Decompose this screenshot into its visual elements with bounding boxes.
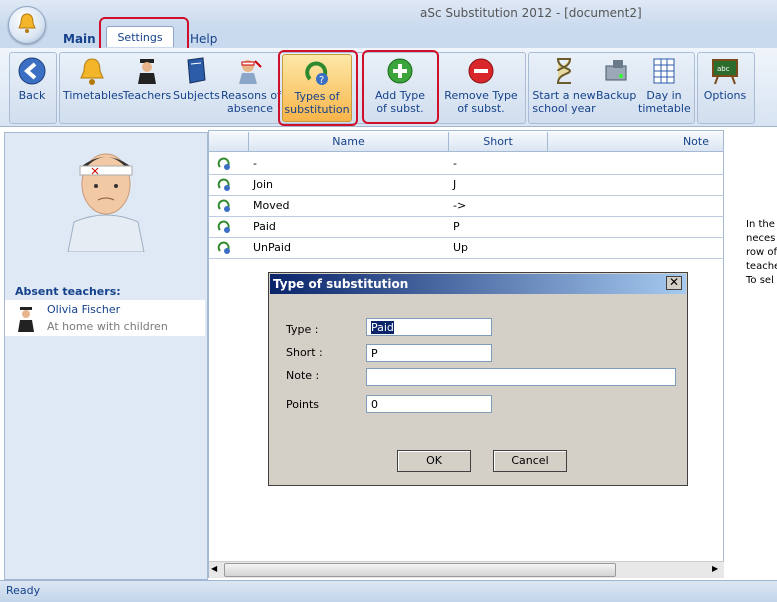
close-icon[interactable]: ✕ [666, 276, 682, 290]
back-button[interactable]: Back [12, 54, 52, 120]
ok-button[interactable]: OK [397, 450, 471, 472]
svg-text:abc: abc [717, 65, 730, 73]
absent-teacher-reason: At home with children [47, 320, 168, 333]
substitution-type-icon [217, 157, 230, 170]
row-short: Up [453, 241, 469, 254]
highlight-types-button [278, 50, 358, 126]
remove-type-button[interactable]: Remove Type of subst. [444, 54, 518, 120]
absent-teacher-name: Olivia Fischer [47, 303, 121, 316]
new-year-label-1: Start a new [532, 89, 596, 102]
book-icon [187, 57, 206, 84]
status-text: Ready [6, 584, 41, 597]
bell-icon [18, 13, 36, 33]
minus-circle-icon [468, 58, 494, 84]
type-label: Type : [286, 323, 319, 336]
row-short: - [453, 157, 457, 170]
substitution-type-icon [217, 199, 230, 212]
day-label-2: timetable [638, 102, 691, 115]
app-menu-button[interactable] [8, 6, 46, 44]
row-name: Paid [253, 220, 276, 233]
sick-person-icon [239, 60, 262, 84]
cancel-button[interactable]: Cancel [493, 450, 567, 472]
calendar-grid-icon [653, 58, 675, 84]
timetables-label: Timetables [63, 89, 124, 102]
grid-header-name[interactable]: Name [249, 132, 449, 152]
type-value: Paid [371, 321, 394, 334]
back-arrow-icon [18, 57, 46, 85]
row-short: P [453, 220, 460, 233]
substitution-type-icon [217, 241, 230, 254]
substitution-type-icon [217, 220, 230, 233]
back-label: Back [18, 89, 46, 102]
table-row[interactable]: Paid P [209, 217, 724, 238]
bell-icon [80, 58, 104, 85]
remove-type-label-2: of subst. [457, 102, 505, 115]
day-in-timetable-button[interactable]: Day in timetable [638, 54, 691, 120]
timetables-button[interactable]: Timetables [63, 54, 124, 120]
reasons-of-absence-button[interactable]: Reasons of absence [221, 54, 281, 120]
new-school-year-button[interactable]: Start a new school year [532, 54, 596, 120]
scrollbar-thumb[interactable] [224, 563, 616, 577]
highlight-add-type-button [362, 50, 439, 124]
short-input[interactable]: P [366, 344, 492, 362]
chalkboard-icon: abc [712, 59, 738, 85]
tab-help[interactable]: Help [190, 30, 217, 48]
dialog-title: Type of substitution [273, 277, 409, 291]
row-name: - [253, 157, 257, 170]
note-label: Note : [286, 369, 320, 382]
reasons-label-1: Reasons of [221, 89, 281, 102]
status-bar [0, 580, 777, 602]
row-name: Join [253, 178, 274, 191]
note-input[interactable] [366, 368, 676, 386]
teachers-button[interactable]: Teachers [122, 54, 172, 120]
subjects-button[interactable]: Subjects [173, 54, 220, 120]
hourglass-icon [557, 58, 572, 84]
points-input[interactable]: 0 [366, 395, 492, 413]
window-title: aSc Substitution 2012 - [document2] [420, 6, 642, 20]
grid-header-note[interactable]: Note [548, 132, 724, 152]
teacher-icon [138, 59, 156, 84]
tab-main[interactable]: Main [63, 30, 96, 48]
scroll-left-arrow-icon[interactable]: ◀ [211, 563, 221, 575]
table-row[interactable]: UnPaid Up [209, 238, 724, 259]
row-name: Moved [253, 199, 290, 212]
subjects-label: Subjects [173, 89, 220, 102]
backup-label: Backup [596, 89, 637, 102]
teacher-icon [18, 307, 34, 332]
type-input[interactable]: Paid [366, 318, 492, 336]
options-label: Options [703, 89, 747, 102]
backup-drive-icon [605, 60, 627, 81]
absent-teachers-heading: Absent teachers: [15, 285, 121, 298]
table-row[interactable]: Join J [209, 175, 724, 196]
info-text: In the l neces row of teache To sel [746, 219, 777, 286]
teacher-avatar-icon [67, 153, 145, 252]
day-label-1: Day in [646, 89, 682, 102]
row-name: UnPaid [253, 241, 291, 254]
reasons-label-2: absence [226, 102, 273, 115]
options-button[interactable]: abc Options [700, 54, 750, 120]
grid-header-short[interactable]: Short [449, 132, 548, 152]
new-year-label-2: school year [532, 102, 596, 115]
row-short: -> [453, 199, 467, 212]
remove-type-label-1: Remove Type [444, 89, 518, 102]
short-label: Short : [286, 346, 323, 359]
backup-button[interactable]: Backup [596, 54, 636, 120]
points-label: Points [286, 398, 320, 411]
table-row[interactable]: Moved -> [209, 196, 724, 217]
substitution-type-icon [217, 178, 230, 191]
teachers-label: Teachers [122, 89, 172, 102]
grid-header-icon-col [209, 132, 249, 152]
row-short: J [453, 178, 457, 191]
table-row[interactable]: - - [209, 154, 724, 175]
scroll-right-arrow-icon[interactable]: ▶ [712, 563, 722, 575]
